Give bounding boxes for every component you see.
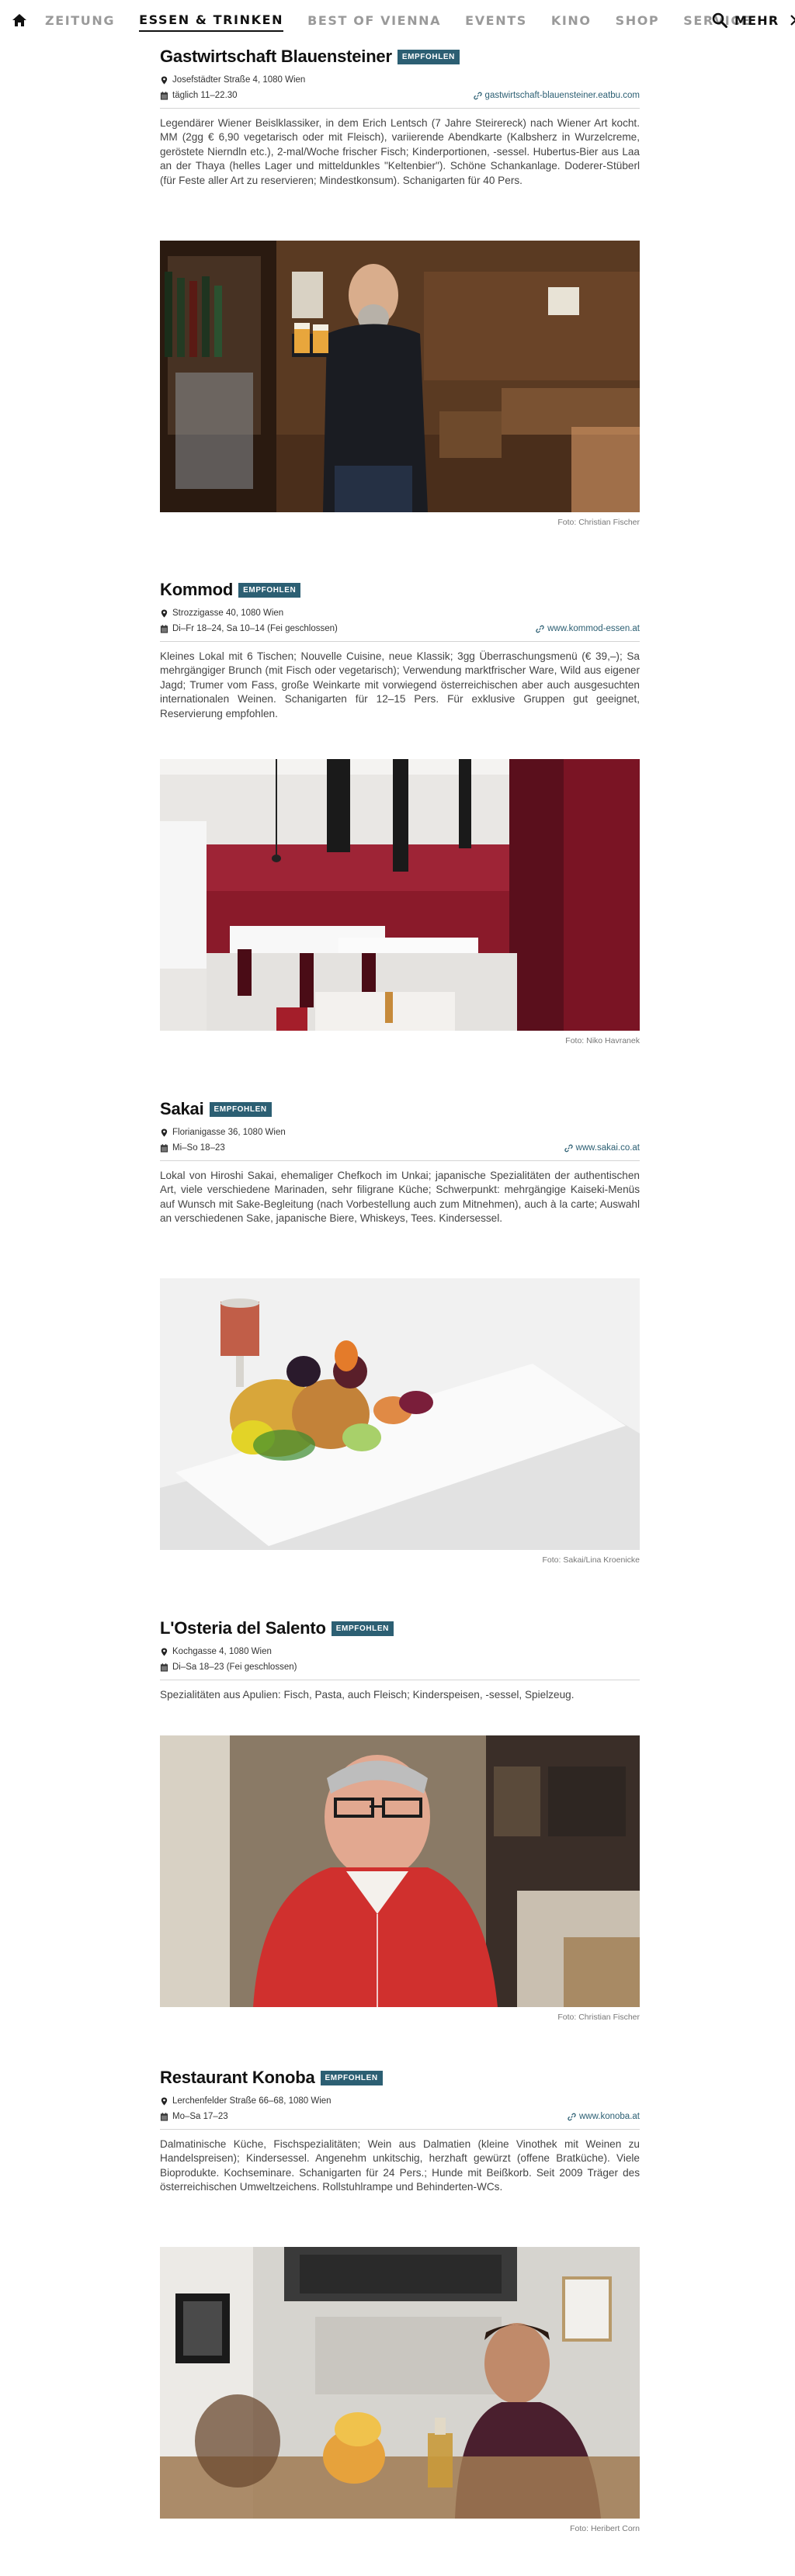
divider bbox=[160, 108, 640, 109]
home-icon[interactable] bbox=[11, 12, 28, 29]
restaurant-photo bbox=[160, 2247, 640, 2519]
restaurant-meta: Lerchenfelder Straße 66–68, 1080 Wien Mo… bbox=[160, 2093, 640, 2124]
main-navigation: ZEITUNG ESSEN & TRINKEN BEST OF VIENNA E… bbox=[0, 0, 795, 40]
restaurant-photo bbox=[160, 759, 640, 1031]
restaurant-heading: Gastwirtschaft Blauensteiner EMPFOHLEN bbox=[160, 45, 640, 68]
hours-row: täglich 11–22.30 gastwirtschaft-blauenst… bbox=[160, 88, 640, 103]
nav-item-events[interactable]: EVENTS bbox=[465, 10, 527, 31]
address-text: Lerchenfelder Straße 66–68, 1080 Wien bbox=[172, 2096, 332, 2106]
link-icon bbox=[564, 1144, 573, 1153]
restaurant-heading: L'Osteria del Salento EMPFOHLEN bbox=[160, 1617, 640, 1640]
restaurant-meta: Strozzigasse 40, 1080 Wien Di–Fr 18–24, … bbox=[160, 605, 640, 636]
calendar-icon bbox=[160, 1663, 168, 1672]
restaurant-description: Dalmatinische Küche, Fischspezialitäten;… bbox=[160, 2138, 640, 2193]
restaurant-entry: L'Osteria del Salento EMPFOHLEN Kochgass… bbox=[160, 1617, 640, 2022]
address-text: Florianigasse 36, 1080 Wien bbox=[172, 1128, 286, 1137]
restaurant-name: Sakai bbox=[160, 1099, 204, 1118]
restaurant-heading: Restaurant Konoba EMPFOHLEN bbox=[160, 2066, 640, 2089]
address-row: Kochgasse 4, 1080 Wien bbox=[160, 1644, 640, 1659]
calendar-icon bbox=[160, 1144, 168, 1153]
address-row: Lerchenfelder Straße 66–68, 1080 Wien bbox=[160, 2093, 640, 2109]
restaurant-photo bbox=[160, 1278, 640, 1550]
address-row: Josefstädter Straße 4, 1080 Wien bbox=[160, 72, 640, 88]
restaurant-meta: Florianigasse 36, 1080 Wien Mi–So 18–23 … bbox=[160, 1125, 640, 1156]
link-icon bbox=[474, 92, 482, 100]
link-icon bbox=[536, 625, 544, 633]
restaurant-heading: Kommod EMPFOHLEN bbox=[160, 578, 640, 602]
nav-item-best-of-vienna[interactable]: BEST OF VIENNA bbox=[307, 10, 441, 31]
hours-text: täglich 11–22.30 bbox=[172, 91, 238, 100]
photo-credit: Foto: Christian Fischer bbox=[557, 2013, 640, 2022]
hours-text: Di–Fr 18–24, Sa 10–14 (Fei geschlossen) bbox=[172, 624, 338, 633]
hours-row: Di–Sa 18–23 (Fei geschlossen) bbox=[160, 1659, 640, 1675]
restaurant-description: Legendärer Wiener Beislklassiker, in dem… bbox=[160, 117, 640, 186]
hours-text: Mi–So 18–23 bbox=[172, 1143, 225, 1153]
chevron-right-icon bbox=[790, 15, 795, 26]
restaurant-entry: Restaurant Konoba EMPFOHLEN Lerchenfelde… bbox=[160, 2066, 640, 2533]
more-menu-label: MEHR bbox=[734, 12, 779, 28]
recommended-badge: EMPFOHLEN bbox=[209, 1101, 272, 1117]
more-menu-button[interactable]: MEHR bbox=[734, 0, 795, 40]
location-pin-icon bbox=[160, 2097, 168, 2106]
restaurant-heading: Sakai EMPFOHLEN bbox=[160, 1097, 640, 1121]
address-text: Josefstädter Straße 4, 1080 Wien bbox=[172, 75, 306, 85]
restaurant-name: Kommod bbox=[160, 580, 234, 599]
recommended-badge: EMPFOHLEN bbox=[397, 49, 460, 64]
website-link[interactable]: www.konoba.at bbox=[568, 2109, 640, 2124]
website-link[interactable]: www.sakai.co.at bbox=[564, 1140, 640, 1156]
hours-row: Di–Fr 18–24, Sa 10–14 (Fei geschlossen) … bbox=[160, 621, 640, 636]
divider bbox=[160, 1160, 640, 1161]
calendar-icon bbox=[160, 92, 168, 100]
nav-menu: ZEITUNG ESSEN & TRINKEN BEST OF VIENNA E… bbox=[45, 0, 775, 40]
photo-credit: Foto: Heribert Corn bbox=[570, 2524, 640, 2533]
recommended-badge: EMPFOHLEN bbox=[238, 582, 301, 598]
hours-row: Mi–So 18–23 www.sakai.co.at bbox=[160, 1140, 640, 1156]
restaurant-entry: Sakai EMPFOHLEN Florianigasse 36, 1080 W… bbox=[160, 1097, 640, 1565]
website-text: www.sakai.co.at bbox=[575, 1143, 640, 1153]
recommended-badge: EMPFOHLEN bbox=[331, 1621, 394, 1636]
restaurant-name: L'Osteria del Salento bbox=[160, 1618, 326, 1638]
restaurant-name: Restaurant Konoba bbox=[160, 2068, 315, 2087]
location-pin-icon bbox=[160, 76, 168, 85]
restaurant-name: Gastwirtschaft Blauensteiner bbox=[160, 47, 392, 66]
nav-item-kino[interactable]: KINO bbox=[551, 10, 592, 31]
nav-item-zeitung[interactable]: ZEITUNG bbox=[45, 10, 115, 31]
website-text: gastwirtschaft-blauensteiner.eatbu.com bbox=[484, 91, 640, 100]
website-text: www.konoba.at bbox=[579, 2112, 640, 2121]
website-text: www.kommod-essen.at bbox=[547, 624, 640, 633]
divider bbox=[160, 2129, 640, 2130]
restaurant-photo bbox=[160, 1735, 640, 2007]
restaurant-entry: Gastwirtschaft Blauensteiner EMPFOHLEN J… bbox=[160, 45, 640, 527]
location-pin-icon bbox=[160, 1648, 168, 1656]
recommended-badge: EMPFOHLEN bbox=[320, 2070, 383, 2085]
location-pin-icon bbox=[160, 609, 168, 618]
search-icon[interactable] bbox=[711, 12, 728, 29]
nav-item-essen-trinken[interactable]: ESSEN & TRINKEN bbox=[139, 9, 284, 32]
link-icon bbox=[568, 2113, 576, 2121]
address-row: Strozzigasse 40, 1080 Wien bbox=[160, 605, 640, 621]
address-text: Strozzigasse 40, 1080 Wien bbox=[172, 608, 284, 618]
hours-row: Mo–Sa 17–23 www.konoba.at bbox=[160, 2109, 640, 2124]
restaurant-photo bbox=[160, 241, 640, 512]
website-link[interactable]: gastwirtschaft-blauensteiner.eatbu.com bbox=[474, 88, 640, 103]
hours-text: Mo–Sa 17–23 bbox=[172, 2112, 228, 2121]
restaurant-entry: Kommod EMPFOHLEN Strozzigasse 40, 1080 W… bbox=[160, 578, 640, 1045]
photo-credit: Foto: Christian Fischer bbox=[557, 518, 640, 527]
restaurant-description: Kleines Lokal mit 6 Tischen; Nouvelle Cu… bbox=[160, 650, 640, 719]
nav-item-shop[interactable]: SHOP bbox=[616, 10, 660, 31]
website-link[interactable]: www.kommod-essen.at bbox=[536, 621, 640, 636]
calendar-icon bbox=[160, 2113, 168, 2121]
photo-credit: Foto: Sakai/Lina Kroenicke bbox=[542, 1555, 641, 1565]
hours-text: Di–Sa 18–23 (Fei geschlossen) bbox=[172, 1662, 297, 1672]
divider bbox=[160, 641, 640, 642]
photo-credit: Foto: Niko Havranek bbox=[565, 1036, 640, 1045]
restaurant-description: Spezialitäten aus Apulien: Fisch, Pasta,… bbox=[160, 1689, 575, 1701]
address-row: Florianigasse 36, 1080 Wien bbox=[160, 1125, 640, 1140]
restaurant-meta: Kochgasse 4, 1080 Wien Di–Sa 18–23 (Fei … bbox=[160, 1644, 640, 1675]
restaurant-meta: Josefstädter Straße 4, 1080 Wien täglich… bbox=[160, 72, 640, 103]
restaurant-description: Lokal von Hiroshi Sakai, ehemaliger Chef… bbox=[160, 1170, 640, 1225]
calendar-icon bbox=[160, 625, 168, 633]
location-pin-icon bbox=[160, 1129, 168, 1137]
address-text: Kochgasse 4, 1080 Wien bbox=[172, 1647, 272, 1656]
